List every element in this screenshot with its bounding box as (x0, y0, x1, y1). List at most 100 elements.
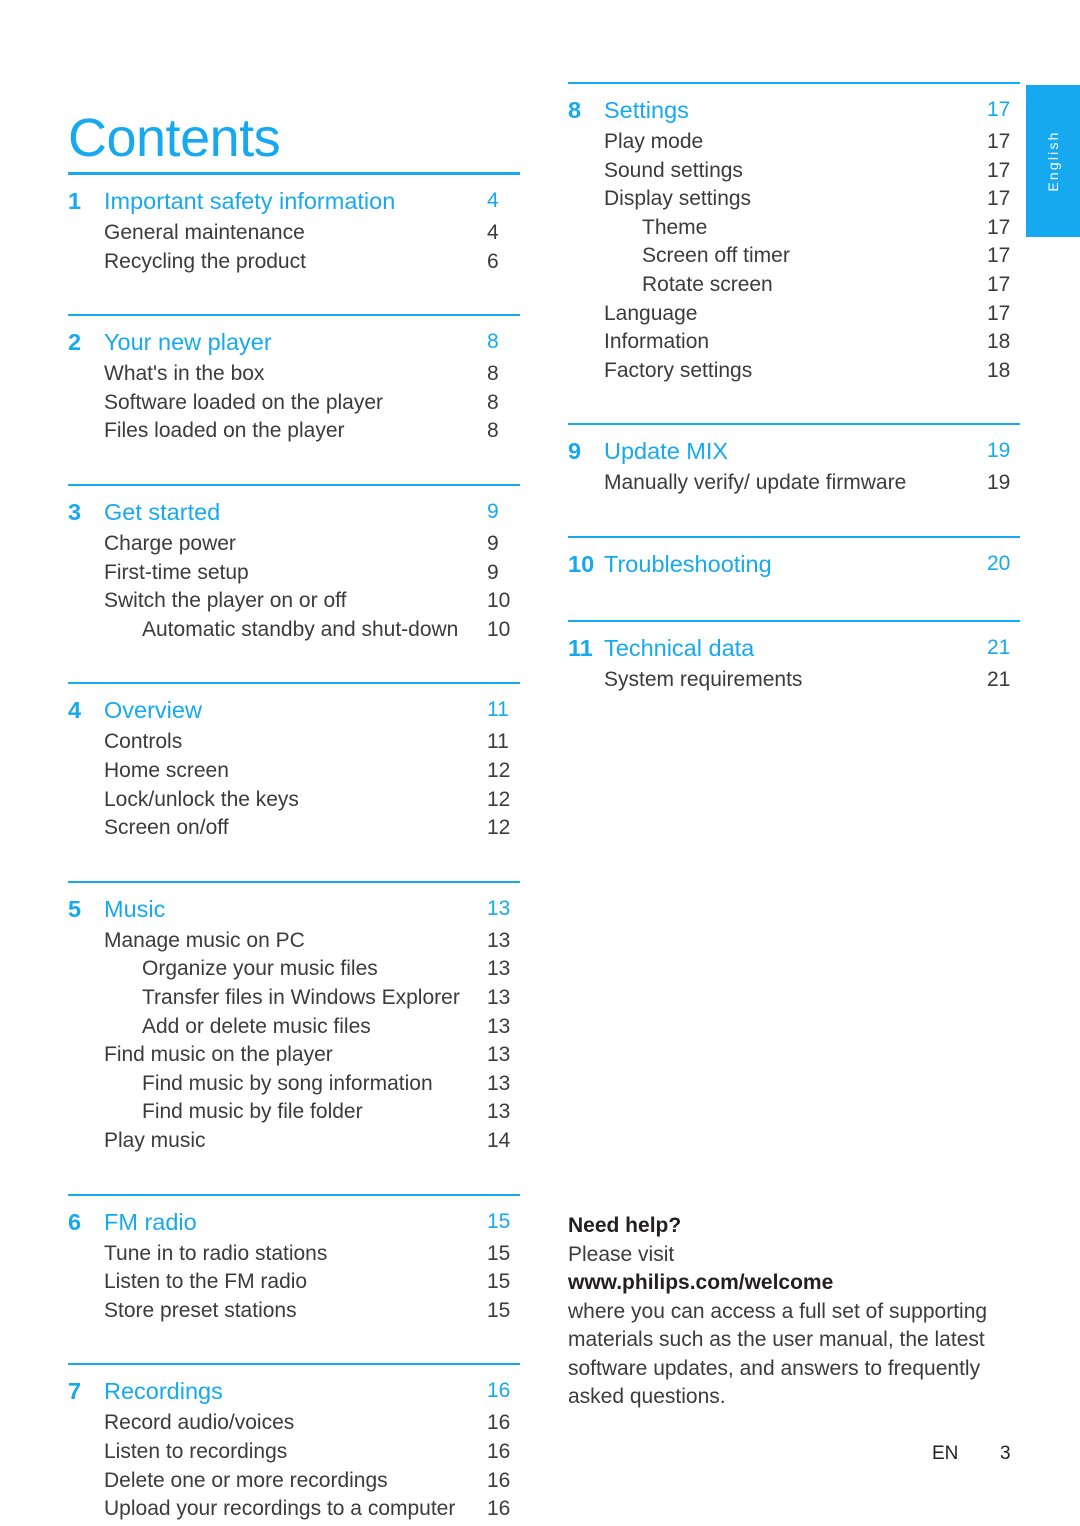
philips-welcome-url[interactable]: www.philips.com/welcome (568, 1269, 1020, 1298)
section-page: 11 (487, 698, 509, 722)
toc-entry-label: Find music on the player (104, 1043, 333, 1067)
toc-entry[interactable]: Upload your recordings to a computer 16 (68, 1495, 520, 1524)
language-label: English (1045, 130, 1061, 192)
toc-entry[interactable]: General maintenance 4 (68, 219, 520, 248)
toc-entry[interactable]: Add or delete music files 13 (68, 1013, 520, 1042)
toc-entry-page: 18 (987, 358, 1011, 382)
toc-entry[interactable]: Organize your music files 13 (68, 955, 520, 984)
section-divider (68, 880, 520, 883)
toc-entry[interactable]: Find music by file folder 13 (68, 1098, 520, 1127)
toc-entry-label: Transfer files in Windows Explorer (142, 985, 460, 1009)
toc-entry[interactable]: Screen off timer 17 (568, 242, 1020, 271)
toc-entry[interactable]: Transfer files in Windows Explorer 13 (68, 984, 520, 1013)
toc-entry-label: Controls (104, 730, 183, 754)
toc-entry[interactable]: Home screen 12 (68, 757, 520, 786)
footer-page-number: 3 (1000, 1443, 1011, 1464)
toc-entry-page: 17 (987, 301, 1011, 325)
toc-section-heading[interactable]: 10 Troubleshooting 20 (568, 546, 1020, 582)
toc-section-heading[interactable]: 1 Important safety information 4 (68, 183, 520, 219)
toc-entry[interactable]: Store preset stations 15 (68, 1297, 520, 1326)
section-title: Your new player (104, 329, 272, 356)
toc-entry-label: Display settings (604, 187, 752, 211)
section-title: Music (104, 895, 166, 922)
toc-entry[interactable]: Controls 11 (68, 728, 520, 757)
toc-entry-label: Listen to the FM radio (104, 1270, 308, 1294)
section-number: 2 (68, 329, 82, 356)
toc-entry-page: 12 (487, 816, 511, 840)
toc-section-heading[interactable]: 3 Get started 9 (68, 494, 520, 530)
section-number: 1 (68, 188, 82, 214)
toc-entry-label: Home screen (104, 758, 229, 782)
section-divider (568, 620, 1020, 622)
toc-entry-page: 8 (487, 362, 499, 386)
toc-entry[interactable]: Charge power 9 (68, 530, 520, 559)
toc-entry[interactable]: Listen to the FM radio 15 (68, 1268, 520, 1297)
toc-entry-page: 6 (487, 249, 499, 273)
toc-entry-page: 17 (987, 187, 1011, 211)
section-divider (568, 82, 1020, 84)
toc-entry[interactable]: Delete one or more recordings 16 (68, 1467, 520, 1496)
toc-entry[interactable]: Files loaded on the player 8 (68, 417, 520, 446)
toc-entry[interactable]: Display settings 17 (568, 185, 1020, 214)
toc-entry[interactable]: Lock/unlock the keys 12 (68, 786, 520, 815)
toc-section-heading[interactable]: 4 Overview 11 (68, 692, 520, 728)
toc-entry[interactable]: Language 17 (568, 300, 1020, 329)
toc-section: 7 Recordings 16 Record audio/voices 16 Listen… (68, 1363, 520, 1523)
toc-entry[interactable]: Play mode 17 (568, 128, 1020, 157)
toc-section-heading[interactable]: 6 FM radio 15 (68, 1204, 520, 1240)
toc-entry[interactable]: Recycling the product 6 (68, 248, 520, 277)
toc-entry[interactable]: Information 18 (568, 328, 1020, 357)
toc-entry[interactable]: Manually verify/ update firmware 19 (568, 469, 1020, 498)
section-number: 6 (68, 1208, 82, 1235)
toc-section-heading[interactable]: 9 Update MIX 19 (568, 433, 1020, 469)
toc-section: 9 Update MIX 19 Manually verify/ update fir… (568, 423, 1020, 498)
toc-entry[interactable]: Find music by song information 13 (68, 1070, 520, 1099)
toc-entry-page: 14 (487, 1128, 511, 1152)
toc-entry[interactable]: Automatic standby and shut-down 10 (68, 616, 520, 645)
section-divider (68, 484, 520, 486)
section-divider (68, 314, 520, 317)
section-title: FM radio (104, 1208, 197, 1235)
page-title: Contents (68, 108, 281, 169)
toc-entry-label: Rotate screen (642, 273, 773, 296)
toc-entry-page: 17 (987, 244, 1011, 268)
toc-entry[interactable]: Factory settings 18 (568, 357, 1020, 386)
toc-entry-label: Find music by song information (142, 1071, 433, 1095)
toc-entry-page: 16 (487, 1497, 511, 1521)
toc-section: 8 Settings 17 Play mode 17 Sound settings 17 Di… (568, 82, 1020, 385)
toc-section-heading[interactable]: 7 Recordings 16 (68, 1373, 520, 1409)
toc-entry[interactable]: Play music 14 (68, 1127, 520, 1156)
section-number: 5 (68, 895, 82, 922)
toc-entry[interactable]: Theme 17 (568, 214, 1020, 243)
toc-entry[interactable]: Listen to recordings 16 (68, 1438, 520, 1467)
section-page: 13 (487, 896, 511, 920)
toc-section: 1 Important safety information 4 General ma… (68, 172, 520, 276)
toc-entry[interactable]: Manage music on PC 13 (68, 927, 520, 956)
toc-section: 3 Get started 9 Charge power 9 First-time set… (68, 484, 520, 644)
toc-section: 5 Music 13 Manage music on PC 13 Organize you… (68, 880, 520, 1156)
toc-section-heading[interactable]: 11 Technical data 21 (568, 630, 1020, 666)
toc-entry[interactable]: Rotate screen 17 (568, 271, 1020, 300)
toc-entry[interactable]: Screen on/off 12 (68, 814, 520, 843)
toc-entry[interactable]: Find music on the player 13 (68, 1041, 520, 1070)
toc-section-heading[interactable]: 5 Music 13 (68, 891, 520, 927)
toc-entry-page: 21 (987, 668, 1011, 691)
section-divider (68, 1193, 520, 1196)
toc-entry-label: General maintenance (104, 221, 305, 244)
section-page: 4 (487, 189, 499, 212)
toc-entry[interactable]: What's in the box 8 (68, 360, 520, 389)
toc-entry-label: First-time setup (104, 560, 249, 584)
toc-entry[interactable]: System requirements 21 (568, 666, 1020, 695)
toc-entry[interactable]: Software loaded on the player 8 (68, 389, 520, 418)
toc-entry[interactable]: First-time setup 9 (68, 559, 520, 588)
toc-entry[interactable]: Record audio/voices 16 (68, 1409, 520, 1438)
section-number: 4 (68, 697, 82, 724)
toc-entry[interactable]: Sound settings 17 (568, 157, 1020, 186)
toc-entry[interactable]: Tune in to radio stations 15 (68, 1240, 520, 1269)
toc-entry[interactable]: Switch the player on or off 10 (68, 587, 520, 616)
toc-entry-page: 13 (487, 1043, 511, 1067)
toc-section-heading[interactable]: 2 Your new player 8 (68, 324, 520, 360)
section-number: 7 (68, 1378, 82, 1405)
toc-section-heading[interactable]: 8 Settings 17 (568, 92, 1020, 128)
toc-section: 11 Technical data 21 System requirements 21 (568, 620, 1020, 695)
